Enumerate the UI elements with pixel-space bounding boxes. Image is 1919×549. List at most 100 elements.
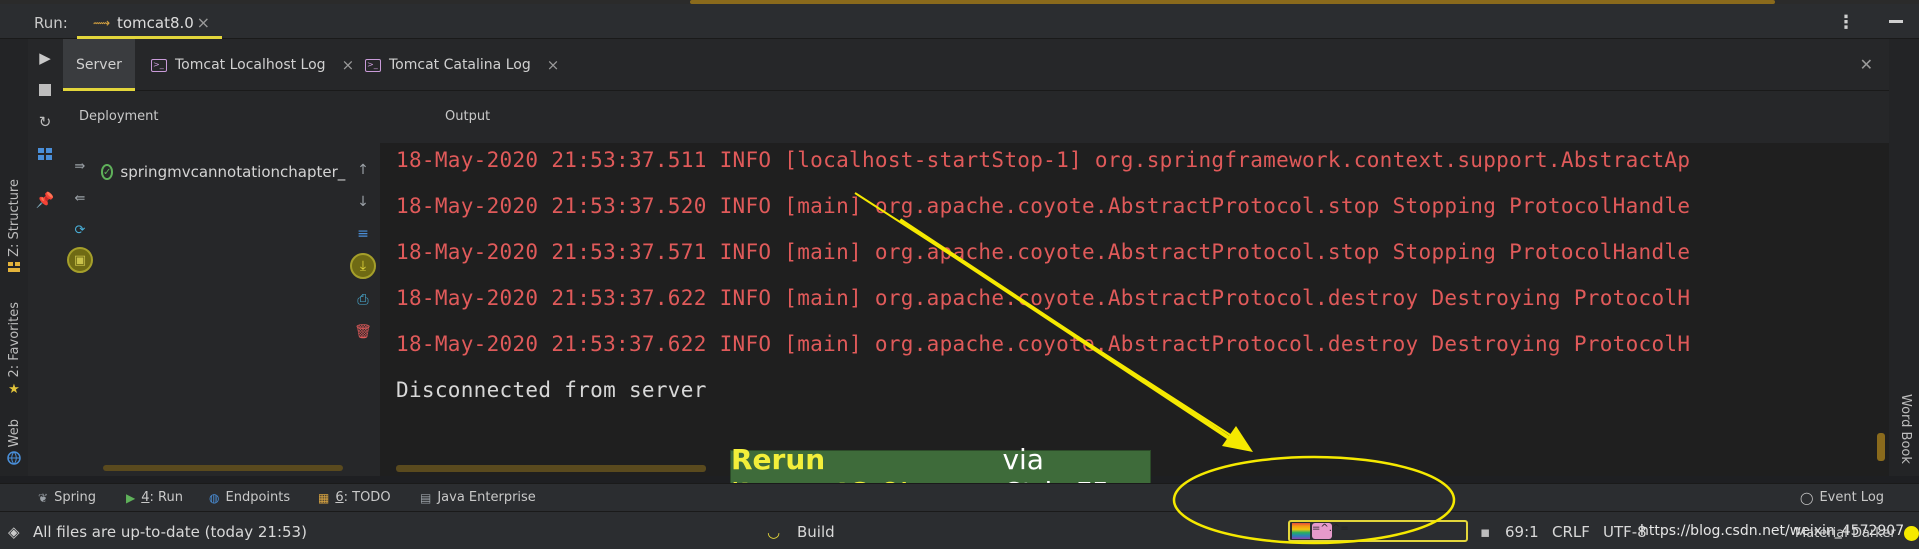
- build-spinner-icon: ◡: [767, 523, 781, 541]
- run-icon: ▶: [126, 490, 136, 505]
- tab-tomcat-localhost-log[interactable]: >_ Tomcat Localhost Log ×: [151, 39, 354, 91]
- pin-icon[interactable]: 📌: [36, 191, 55, 209]
- log-line: 18-May-2020 21:53:37.622 INFO [main] org…: [396, 332, 1691, 356]
- tab-server[interactable]: Server: [63, 39, 135, 91]
- tab-server-label: Server: [76, 57, 122, 73]
- output-toolbar: ↑ ↓ ≡ ⤓ ⎙ 🗑: [346, 143, 379, 476]
- artifact-icon[interactable]: ▣: [67, 247, 93, 273]
- tomcat-icon: ⟿: [93, 15, 111, 30]
- run-tab-label: tomcat8.0: [117, 13, 194, 32]
- deployment-toolbar: ⇛ ⇚ ⟳ ▣: [61, 143, 101, 476]
- layers-icon[interactable]: ◈: [8, 523, 20, 541]
- java-enterprise-tool[interactable]: ▤ Java Enterprise: [420, 490, 536, 505]
- left-tool-strip: Z: Structure 2: Favorites ★ Web: [0, 39, 28, 476]
- output-hscrollbar[interactable]: [396, 465, 706, 472]
- tab-active-underline: [63, 88, 135, 91]
- structure-label: Z: Structure: [6, 179, 22, 257]
- layout-icon[interactable]: [36, 145, 54, 163]
- structure-icon: [8, 261, 20, 272]
- structure-tool[interactable]: Z: Structure: [0, 179, 28, 273]
- rainbow-icon: [1292, 523, 1310, 539]
- terminal-icon: >_: [151, 58, 167, 72]
- spring-tool[interactable]: ❦ Spring: [38, 490, 96, 505]
- refresh-icon[interactable]: ⟳: [71, 221, 89, 239]
- deployment-pane: ⇛ ⇚ ⟳ ▣ ✓ springmvcannotationchapter_5-1…: [61, 143, 346, 476]
- services-panel: Server >_ Tomcat Localhost Log × >_ Tomc…: [61, 39, 1889, 476]
- speech-bubble-icon: ◯: [1800, 490, 1814, 505]
- tab-tomcat[interactable]: ⟿ tomcat8.0 ×: [77, 6, 222, 39]
- scroll-up-icon[interactable]: ↑: [354, 161, 372, 179]
- stop-icon[interactable]: [36, 81, 54, 99]
- undeploy-icon[interactable]: ⇚: [71, 189, 89, 207]
- deploy-all-icon[interactable]: ⇛: [71, 157, 89, 175]
- soft-wrap-icon[interactable]: ≡: [354, 225, 372, 243]
- caret-position[interactable]: 69:1: [1505, 523, 1539, 541]
- rerun-icon[interactable]: ↻: [36, 113, 54, 131]
- theme-name[interactable]: Material Darker: [1795, 526, 1896, 541]
- endpoints-label: Endpoints: [225, 490, 291, 505]
- nyan-cat-icon: =^.^=: [1312, 523, 1349, 539]
- todo-tool[interactable]: ▦ 6: TODO: [318, 490, 391, 505]
- trash-icon[interactable]: 🗑: [354, 323, 372, 341]
- todo-icon: ▦: [318, 490, 330, 505]
- log-line: 18-May-2020 21:53:37.520 INFO [main] org…: [396, 194, 1691, 218]
- globe-icon: [7, 451, 21, 466]
- close-panel-icon[interactable]: ✕: [1860, 55, 1873, 74]
- build-status[interactable]: Build: [797, 523, 835, 541]
- spring-label: Spring: [54, 490, 97, 505]
- deployment-hscrollbar[interactable]: [103, 465, 343, 471]
- run-tool-label: : Run: [149, 490, 183, 505]
- run-tool[interactable]: ▶ 4: Run: [126, 490, 183, 505]
- output-header: Output: [445, 109, 491, 124]
- todo-tool-number: 6: [335, 490, 344, 505]
- endpoints-tool[interactable]: ◍ Endpoints: [209, 490, 290, 505]
- check-icon: ✓: [101, 164, 114, 180]
- event-log-label: Event Log: [1819, 490, 1885, 505]
- tab-tomcat-catalina-log[interactable]: >_ Tomcat Catalina Log ×: [365, 39, 559, 91]
- tab-catalina-log-label: Tomcat Catalina Log: [389, 57, 531, 73]
- status-bar: ◈ All files are up-to-date (today 21:53)…: [0, 511, 1919, 549]
- server-tab-bar: Server >_ Tomcat Localhost Log × >_ Tomc…: [61, 39, 1889, 91]
- run-icon[interactable]: ▶: [36, 49, 54, 67]
- favorites-tool[interactable]: 2: Favorites ★: [0, 302, 28, 397]
- log-line: 18-May-2020 21:53:37.511 INFO [localhost…: [396, 148, 1691, 172]
- deployment-header: Deployment: [79, 109, 159, 124]
- close-icon[interactable]: ×: [547, 56, 560, 74]
- run-label: Run:: [34, 14, 68, 32]
- event-log-tool[interactable]: ◯ Event Log: [1800, 490, 1884, 505]
- log-line: Disconnected from server: [396, 378, 707, 402]
- scroll-to-end-icon[interactable]: ⤓: [350, 253, 376, 279]
- web-tool[interactable]: Web: [0, 419, 28, 466]
- close-icon[interactable]: ×: [197, 13, 210, 32]
- log-line: 18-May-2020 21:53:37.571 INFO [main] org…: [396, 240, 1691, 264]
- log-line: 18-May-2020 21:53:37.622 INFO [main] org…: [396, 286, 1691, 310]
- print-icon[interactable]: ⎙: [354, 291, 372, 309]
- console-output[interactable]: 18-May-2020 21:53:37.511 INFO [localhost…: [380, 143, 1889, 476]
- java-enterprise-label: Java Enterprise: [437, 490, 536, 505]
- annotation-dot: [1904, 526, 1919, 541]
- terminal-icon: >_: [365, 58, 381, 72]
- todo-tool-label: : TODO: [343, 490, 391, 505]
- deployment-item[interactable]: ✓ springmvcannotationchapter_5-18:war ex: [101, 163, 346, 181]
- status-message[interactable]: All files are up-to-date (today 21:53): [33, 523, 307, 541]
- web-label: Web: [6, 419, 22, 448]
- line-separator[interactable]: CRLF: [1552, 523, 1590, 541]
- deployment-item-label: springmvcannotationchapter_5-18:war ex: [120, 163, 346, 181]
- word-book-tool[interactable]: Word Book: [1898, 394, 1913, 464]
- run-tool-number: 4: [141, 490, 150, 505]
- bottom-tool-bar: ❦ Spring ▶ 4: Run ◍ Endpoints ▦ 6: TODO ▤ Jav…: [0, 483, 1919, 511]
- run-tool-column: ▶ ↻ 📌: [28, 39, 61, 476]
- spring-icon: ❦: [38, 490, 49, 505]
- minimize-icon[interactable]: [1889, 20, 1903, 23]
- more-options-icon[interactable]: ⋮: [1837, 12, 1855, 33]
- output-vscrollbar[interactable]: [1877, 433, 1885, 461]
- java-enterprise-icon: ▤: [420, 490, 432, 505]
- star-icon: ★: [8, 381, 20, 397]
- scroll-down-icon[interactable]: ↓: [354, 193, 372, 211]
- run-toolbar: Run: ⟿ tomcat8.0 × ⋮: [0, 4, 1919, 39]
- nyan-progress-bar: =^.^=: [1288, 520, 1468, 542]
- globe-icon: ◍: [209, 490, 220, 505]
- right-tool-strip: Word Book: [1889, 39, 1919, 476]
- close-icon[interactable]: ×: [342, 56, 355, 74]
- memory-icon[interactable]: ▪: [1480, 523, 1490, 541]
